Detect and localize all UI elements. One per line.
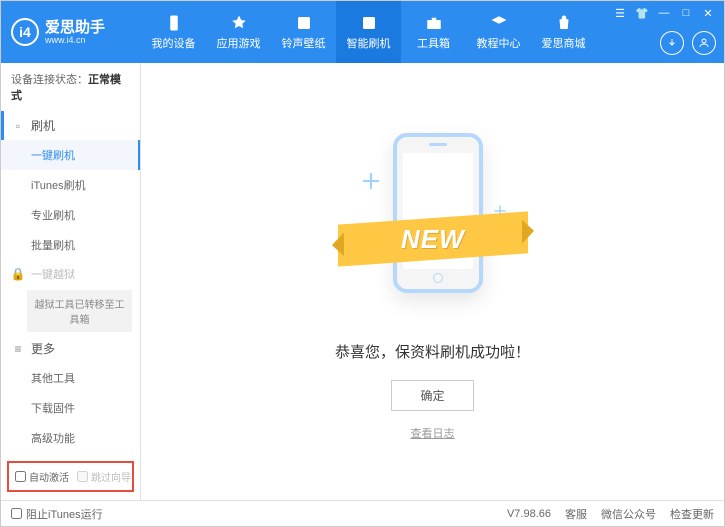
app-header: i4 爱思助手 www.i4.cn 我的设备 应用游戏 铃声壁纸 智能刷机 工具… — [1, 1, 724, 63]
nav-my-device[interactable]: 我的设备 — [141, 1, 206, 63]
nav-toolbox[interactable]: 工具箱 — [401, 1, 466, 63]
sidebar-item-batch-flash[interactable]: 批量刷机 — [1, 230, 140, 260]
footer-link-wechat[interactable]: 微信公众号 — [601, 506, 656, 522]
auto-activate-checkbox[interactable]: 自动激活 — [15, 469, 69, 484]
sidebar: 设备连接状态：正常模式 ▫ 刷机 一键刷机 iTunes刷机 专业刷机 批量刷机… — [1, 63, 141, 500]
logo-area: i4 爱思助手 www.i4.cn — [1, 18, 141, 46]
apps-icon — [230, 14, 248, 32]
close-button[interactable]: ✕ — [698, 5, 718, 21]
device-status: 设备连接状态：正常模式 — [1, 63, 140, 111]
app-title: 爱思助手 — [45, 20, 105, 35]
nav-store[interactable]: 爱思商城 — [531, 1, 596, 63]
skin-icon[interactable]: 👕 — [632, 5, 652, 21]
view-log-link[interactable]: 查看日志 — [411, 425, 455, 441]
sidebar-item-pro-flash[interactable]: 专业刷机 — [1, 200, 140, 230]
main-nav: 我的设备 应用游戏 铃声壁纸 智能刷机 工具箱 教程中心 爱思商城 — [141, 1, 596, 63]
window-controls: ☰ 👕 — □ ✕ — [610, 5, 718, 21]
sidebar-item-other-tools[interactable]: 其他工具 — [1, 363, 140, 393]
footer-link-update[interactable]: 检查更新 — [670, 506, 714, 522]
jailbreak-moved-note: 越狱工具已转移至工具箱 — [27, 290, 132, 332]
device-icon — [165, 14, 183, 32]
more-icon: ≡ — [11, 342, 25, 356]
nav-tutorials[interactable]: 教程中心 — [466, 1, 531, 63]
flash-icon — [360, 14, 378, 32]
sidebar-item-download-firmware[interactable]: 下载固件 — [1, 393, 140, 423]
skip-setup-checkbox[interactable]: 跳过向导 — [77, 469, 131, 484]
sidebar-item-advanced[interactable]: 高级功能 — [1, 423, 140, 453]
media-icon — [295, 14, 313, 32]
sidebar-item-oneclick-flash[interactable]: 一键刷机 — [1, 140, 140, 170]
success-illustration: NEW — [343, 123, 523, 323]
status-bar: 阻止iTunes运行 V7.98.66 客服 微信公众号 检查更新 — [1, 500, 724, 526]
footer-link-support[interactable]: 客服 — [565, 506, 587, 522]
main-content: NEW 恭喜您，保资料刷机成功啦！ 确定 查看日志 — [141, 63, 724, 500]
store-icon — [555, 14, 573, 32]
lock-icon: 🔒 — [11, 267, 25, 281]
header-actions — [660, 31, 716, 55]
section-jailbreak[interactable]: 🔒 一键越狱 — [1, 260, 140, 288]
section-more[interactable]: ≡ 更多 — [1, 334, 140, 363]
version-label: V7.98.66 — [507, 508, 551, 520]
tutorial-icon — [490, 14, 508, 32]
phone-icon: ▫ — [11, 119, 25, 133]
block-itunes-checkbox[interactable]: 阻止iTunes运行 — [11, 506, 103, 522]
success-message: 恭喜您，保资料刷机成功啦！ — [335, 341, 530, 362]
section-flash[interactable]: ▫ 刷机 — [1, 111, 140, 140]
nav-smart-flash[interactable]: 智能刷机 — [336, 1, 401, 63]
sidebar-item-itunes-flash[interactable]: iTunes刷机 — [1, 170, 140, 200]
download-button[interactable] — [660, 31, 684, 55]
nav-ringtones[interactable]: 铃声壁纸 — [271, 1, 336, 63]
nav-apps[interactable]: 应用游戏 — [206, 1, 271, 63]
logo-icon: i4 — [11, 18, 39, 46]
new-banner: NEW — [401, 223, 465, 254]
app-site: www.i4.cn — [45, 35, 105, 45]
toolbox-icon — [425, 14, 443, 32]
confirm-button[interactable]: 确定 — [391, 380, 473, 411]
menu-icon[interactable]: ☰ — [610, 5, 630, 21]
maximize-button[interactable]: □ — [676, 5, 696, 21]
options-highlight-box: 自动激活 跳过向导 — [7, 461, 134, 492]
user-button[interactable] — [692, 31, 716, 55]
minimize-button[interactable]: — — [654, 5, 674, 21]
